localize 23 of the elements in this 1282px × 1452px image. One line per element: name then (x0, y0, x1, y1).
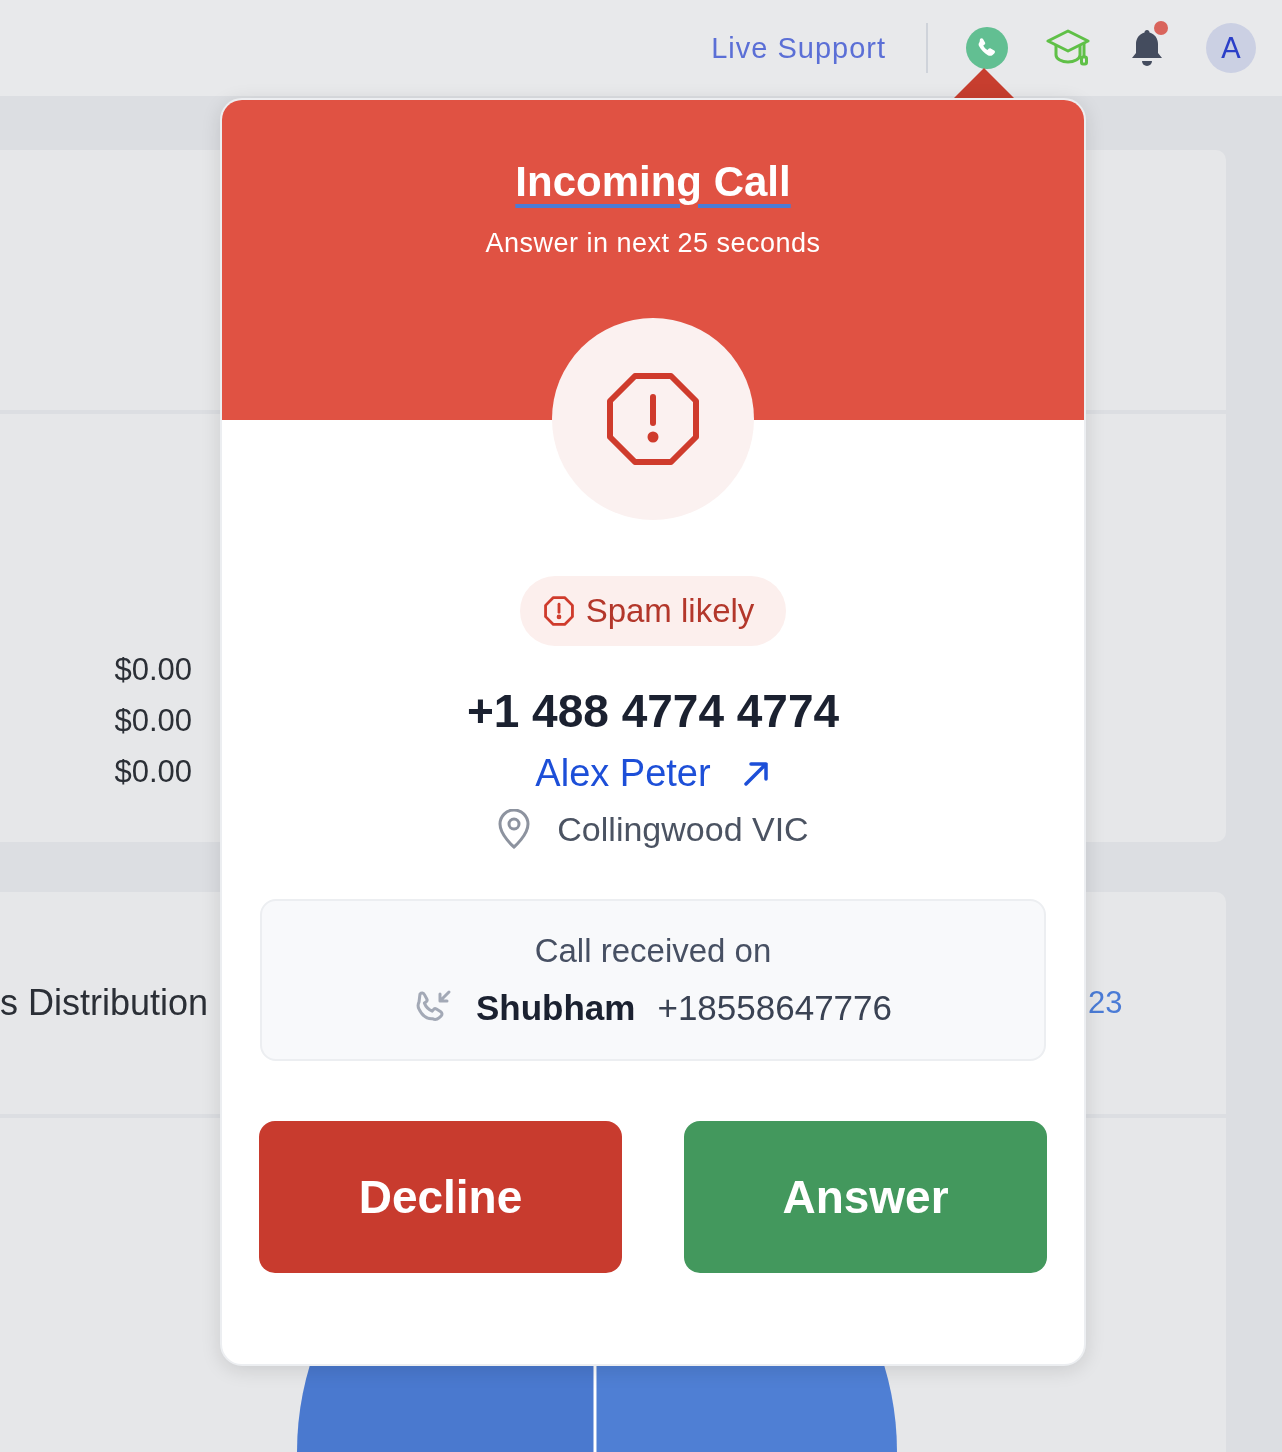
side-value: 23 (1088, 985, 1124, 1021)
warning-octagon-icon (605, 371, 701, 467)
contact-link[interactable]: Alex Peter (535, 752, 771, 795)
amount-text: $0.00 (114, 753, 192, 791)
warning-octagon-icon (543, 596, 574, 626)
graduation-cap-icon[interactable] (1046, 28, 1090, 68)
countdown-text: Answer in next 25 seconds (485, 228, 821, 259)
caller-number: +1 488 4774 4774 (466, 684, 840, 738)
decline-button[interactable]: Decline (259, 1121, 622, 1273)
amount-text: $0.00 (114, 702, 192, 740)
live-support-link[interactable]: Live Support (711, 31, 886, 65)
location-text: Collingwood VIC (557, 809, 809, 849)
location-pin-icon (497, 809, 532, 849)
amount-text: $0.00 (114, 651, 192, 689)
badge-label: Spam likely (585, 592, 755, 630)
phone-icon[interactable] (966, 27, 1008, 69)
line-name: Shubham (476, 988, 636, 1028)
received-label: Call received on (534, 932, 772, 970)
avatar[interactable]: A (1206, 23, 1256, 73)
section-title: s Distribution (0, 982, 209, 1024)
line-number: +18558647776 (657, 988, 892, 1028)
answer-button[interactable]: Answer (684, 1121, 1047, 1273)
popup-title: Incoming Call (515, 158, 791, 206)
